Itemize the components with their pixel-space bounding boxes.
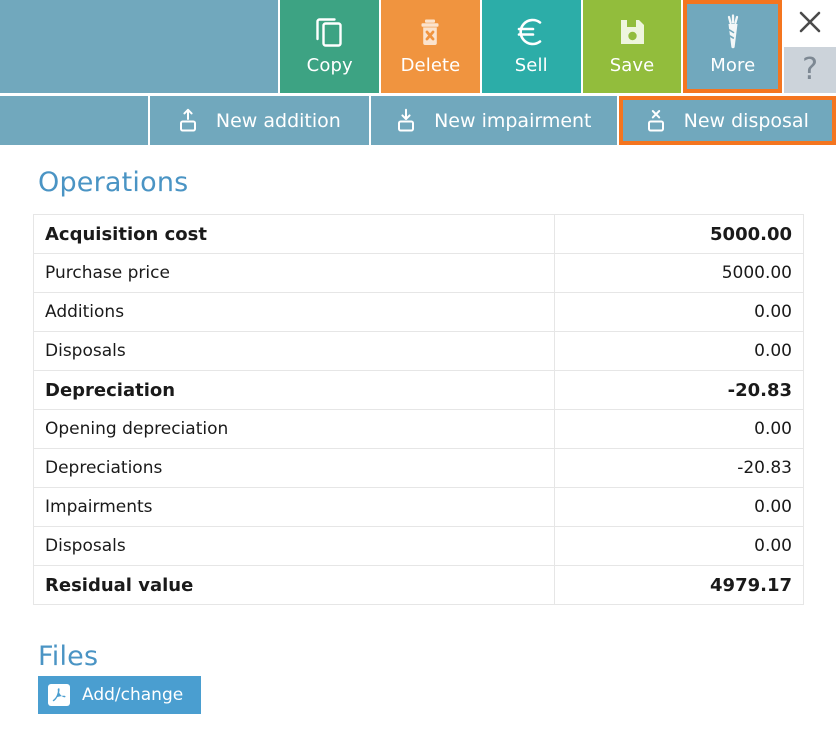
operations-table: Acquisition cost 5000.00 Purchase price … xyxy=(33,214,804,605)
tab-new-impairment[interactable]: New impairment xyxy=(371,96,617,145)
toolbar-left-spacer xyxy=(0,0,279,93)
table-row: Opening depreciation 0.00 xyxy=(33,409,804,449)
delete-button[interactable]: Delete xyxy=(381,0,480,93)
box-down-arrow-icon xyxy=(396,108,416,134)
box-up-arrow-icon xyxy=(178,108,198,134)
table-row: Residual value 4979.17 xyxy=(33,565,804,605)
copy-button-label: Copy xyxy=(306,55,353,76)
table-row: Additions 0.00 xyxy=(33,292,804,332)
tab-bar-left-spacer xyxy=(0,96,148,145)
row-value: 5000.00 xyxy=(554,214,804,254)
close-x-icon xyxy=(797,9,823,39)
row-label: Depreciations xyxy=(33,448,555,488)
row-value: 0.00 xyxy=(554,526,804,566)
tab-new-addition-label: New addition xyxy=(215,109,341,132)
row-value: 0.00 xyxy=(554,292,804,332)
copy-icon xyxy=(314,9,346,55)
table-row: Depreciations -20.83 xyxy=(33,448,804,488)
row-value: 0.00 xyxy=(554,331,804,371)
table-row: Disposals 0.00 xyxy=(33,331,804,371)
row-label: Acquisition cost xyxy=(33,214,555,254)
tab-new-impairment-label: New impairment xyxy=(434,109,592,132)
save-button[interactable]: Save xyxy=(582,0,682,93)
row-label: Impairments xyxy=(33,487,555,527)
add-change-file-label: Add/change xyxy=(82,685,184,705)
sell-button-label: Sell xyxy=(514,55,548,76)
carrot-icon xyxy=(718,9,748,55)
files-section: Add/change xyxy=(33,676,803,714)
copy-button[interactable]: Copy xyxy=(280,0,380,93)
row-value: -20.83 xyxy=(554,448,804,488)
more-button-label: More xyxy=(710,55,756,76)
euro-icon xyxy=(513,9,549,55)
table-row: Acquisition cost 5000.00 xyxy=(33,214,804,254)
box-x-icon xyxy=(646,108,666,134)
delete-button-label: Delete xyxy=(400,55,461,76)
row-value: 5000.00 xyxy=(554,253,804,293)
add-change-file-button[interactable]: Add/change xyxy=(38,676,202,714)
help-button[interactable]: ? xyxy=(784,47,836,93)
more-button[interactable]: More xyxy=(683,0,783,93)
row-label: Depreciation xyxy=(33,370,555,410)
row-label: Opening depreciation xyxy=(33,409,555,449)
row-label: Residual value xyxy=(33,565,555,605)
row-value: 4979.17 xyxy=(554,565,804,605)
main-content: Operations Acquisition cost 5000.00 Purc… xyxy=(0,167,836,714)
save-button-label: Save xyxy=(609,55,655,76)
operations-table-body: Acquisition cost 5000.00 Purchase price … xyxy=(33,214,804,605)
window-controls: ? xyxy=(784,0,836,93)
sell-button[interactable]: Sell xyxy=(481,0,581,93)
row-value: 0.00 xyxy=(554,487,804,527)
pdf-icon xyxy=(48,684,70,706)
row-label: Purchase price xyxy=(33,253,555,293)
table-row: Disposals 0.00 xyxy=(33,526,804,566)
trash-x-icon xyxy=(414,9,446,55)
tab-bar: New addition New impairment New disposal xyxy=(0,96,836,145)
row-value: 0.00 xyxy=(554,409,804,449)
table-row: Depreciation -20.83 xyxy=(33,370,804,410)
top-toolbar: Copy Delete Sell Save More ? xyxy=(0,0,836,93)
floppy-disk-icon xyxy=(616,9,648,55)
close-button[interactable] xyxy=(784,0,836,47)
tab-new-addition[interactable]: New addition xyxy=(149,96,370,145)
table-row: Impairments 0.00 xyxy=(33,487,804,527)
operations-title: Operations xyxy=(38,167,189,198)
help-button-label: ? xyxy=(802,52,819,87)
tab-new-disposal[interactable]: New disposal xyxy=(618,96,836,145)
row-label: Disposals xyxy=(33,331,555,371)
row-label: Additions xyxy=(33,292,555,332)
row-label: Disposals xyxy=(33,526,555,566)
tab-new-disposal-label: New disposal xyxy=(683,109,809,132)
row-value: -20.83 xyxy=(554,370,804,410)
table-row: Purchase price 5000.00 xyxy=(33,253,804,293)
files-title: Files xyxy=(38,641,99,672)
